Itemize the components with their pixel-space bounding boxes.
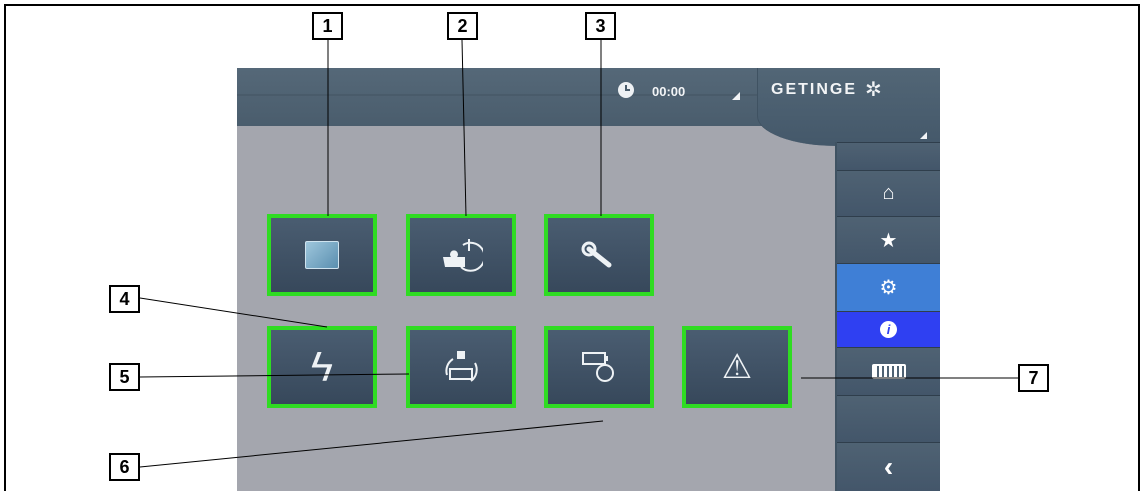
callout-3: 3: [585, 12, 616, 40]
callout-5: 5: [109, 363, 140, 391]
callout-2: 2: [447, 12, 478, 40]
callout-1: 1: [312, 12, 343, 40]
callout-6: 6: [109, 453, 140, 481]
callout-7: 7: [1018, 364, 1049, 392]
callout-4: 4: [109, 285, 140, 313]
callout-leader-lines: [139, 39, 1018, 468]
